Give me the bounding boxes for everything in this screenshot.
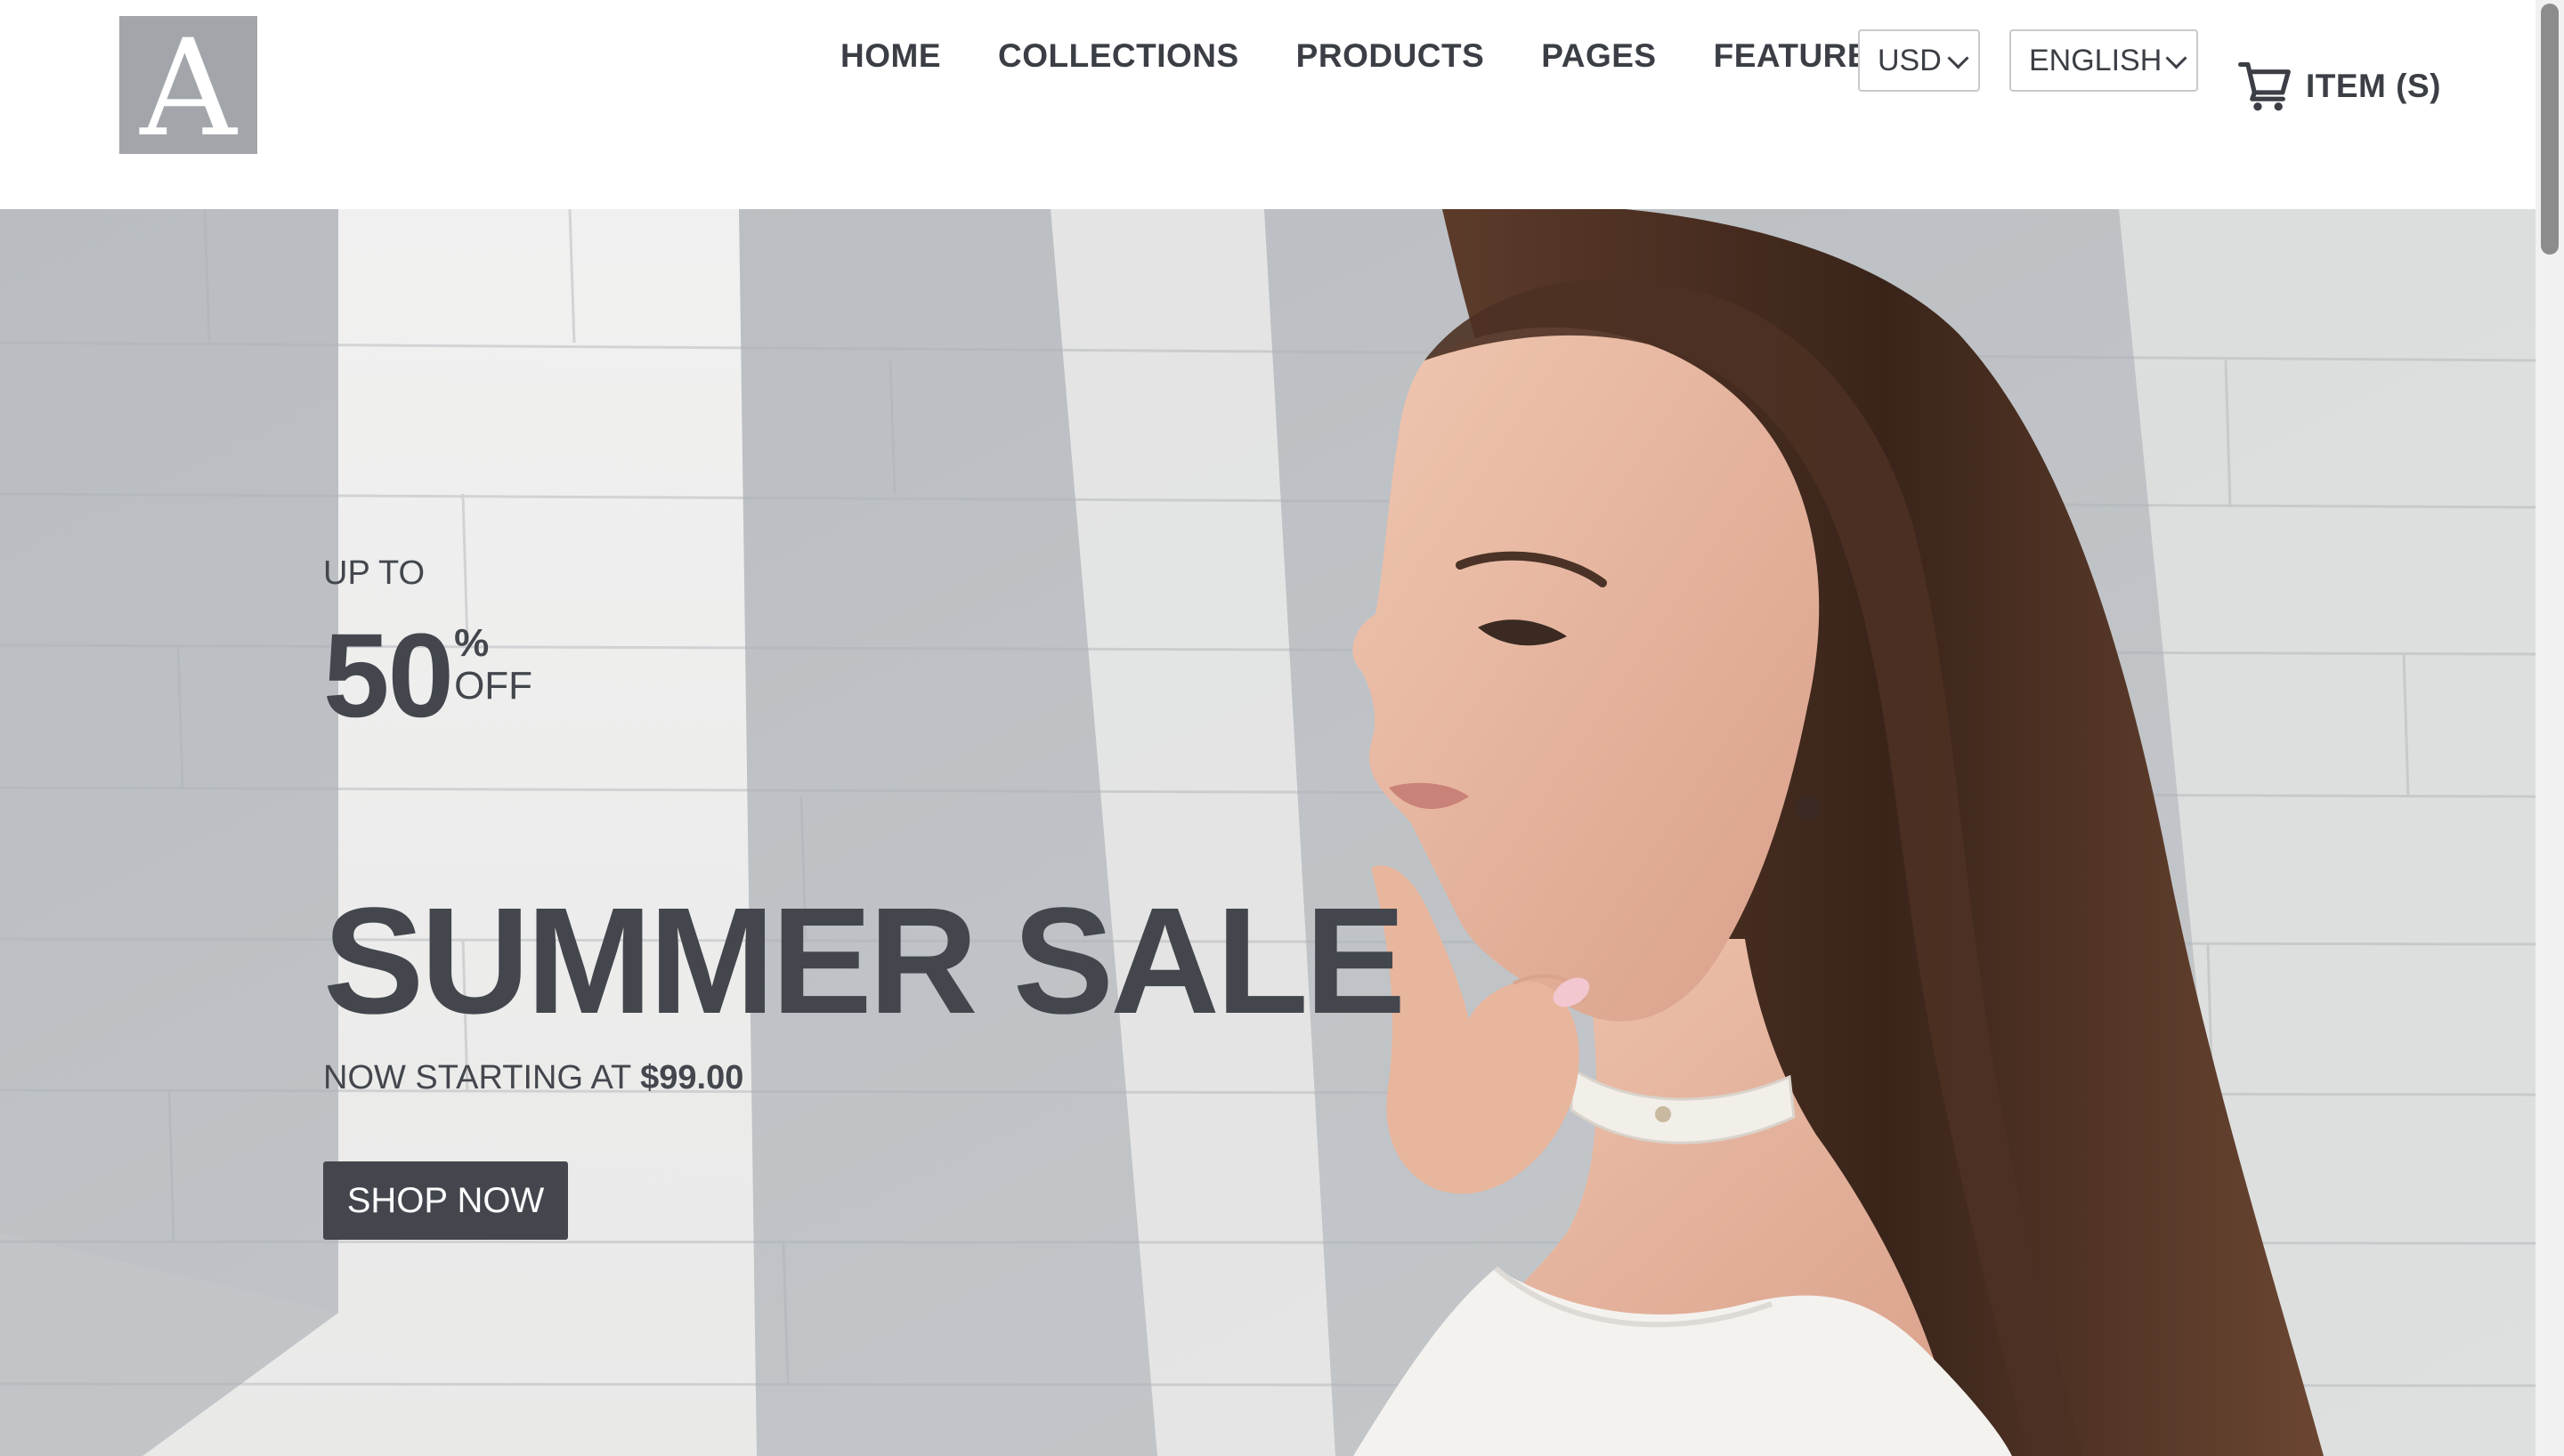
cart-icon	[2238, 59, 2293, 114]
site-logo[interactable]: A	[119, 11, 257, 166]
hero-price-line: NOW STARTING AT $99.00	[323, 1059, 743, 1097]
language-select[interactable]: ENGLISH	[2009, 29, 2198, 92]
currency-select[interactable]: USD	[1858, 29, 1980, 92]
site-header: A HOME COLLECTIONS PRODUCTS PAGES FEATUR…	[0, 0, 2536, 209]
page: A HOME COLLECTIONS PRODUCTS PAGES FEATUR…	[0, 0, 2564, 1456]
logo-letter: A	[140, 11, 237, 166]
cart-button[interactable]: ITEM (S)	[2238, 59, 2441, 114]
nav-home[interactable]: HOME	[840, 37, 941, 75]
cart-label: ITEM (S)	[2306, 68, 2441, 104]
shop-now-button[interactable]: SHOP NOW	[323, 1161, 568, 1240]
price-prefix: NOW STARTING AT	[323, 1059, 631, 1096]
nav-collections[interactable]: COLLECTIONS	[998, 37, 1239, 75]
discount-percent: %	[454, 621, 490, 665]
price-value: $99.00	[640, 1059, 744, 1096]
page-scrollbar[interactable]	[2536, 0, 2564, 1456]
promo-up-to: UP TO	[323, 554, 426, 592]
discount-suffix: % OFF	[454, 621, 533, 708]
nav-products[interactable]: PRODUCTS	[1296, 37, 1485, 75]
hero-headline: SUMMER SALE	[323, 877, 1406, 1046]
chevron-down-icon	[1947, 47, 1969, 69]
main-nav: HOME COLLECTIONS PRODUCTS PAGES FEATURES	[840, 37, 1949, 75]
currency-value: USD	[1878, 43, 1942, 77]
scrollbar-thumb[interactable]	[2541, 4, 2559, 255]
nav-pages[interactable]: PAGES	[1541, 37, 1656, 75]
discount-off: OFF	[454, 664, 533, 708]
discount-value: 50	[323, 610, 454, 742]
chevron-down-icon	[2165, 47, 2187, 69]
hero-image	[0, 209, 2536, 1456]
hero-banner: UP TO 50 % OFF SUMMER SALE NOW STARTING …	[0, 209, 2536, 1456]
language-value: ENGLISH	[2029, 43, 2162, 77]
promo-discount: 50 % OFF	[323, 617, 532, 736]
